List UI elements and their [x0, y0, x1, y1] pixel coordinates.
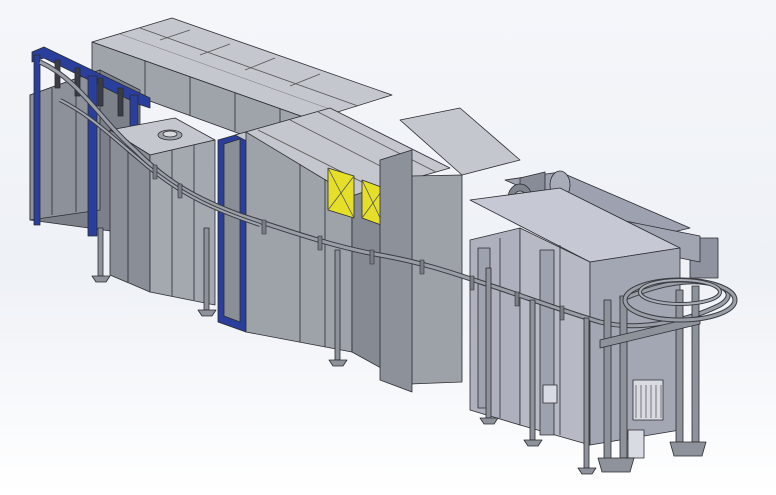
cad-viewport — [0, 0, 776, 495]
machine-model — [29, 17, 738, 475]
